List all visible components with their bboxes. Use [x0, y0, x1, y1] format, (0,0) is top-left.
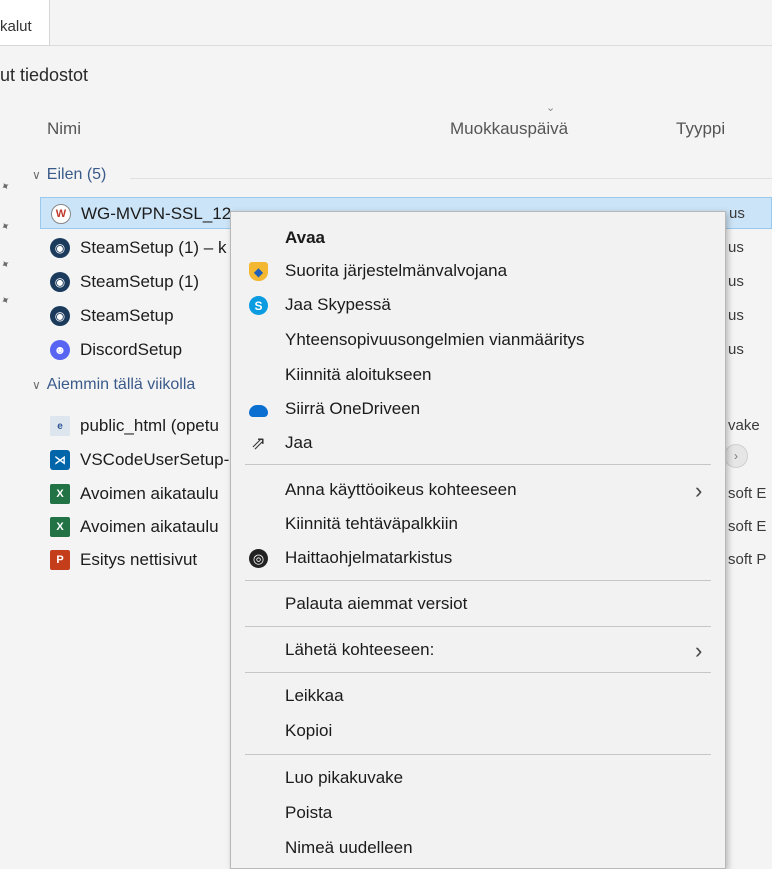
file-type: soft E: [728, 485, 767, 502]
chevron-down-icon: ∨: [32, 378, 41, 392]
file-type: us: [728, 239, 744, 256]
file-name: VSCodeUserSetup-: [80, 450, 230, 469]
ribbon-tab-tools[interactable]: kalut: [0, 0, 50, 46]
menu-item-label: Luo pikakuvake: [285, 768, 404, 787]
pin-icon: ✦: [0, 219, 13, 235]
group-header-yesterday[interactable]: ∨ Eilen (5): [32, 166, 106, 184]
discord-icon: ☻: [50, 340, 70, 360]
menu-item-open[interactable]: Avaa: [231, 222, 725, 254]
context-menu: Avaa ◆ Suorita järjestelmänvalvojana S J…: [230, 211, 726, 869]
group-divider: [130, 178, 772, 179]
file-name: public_html (opetu: [80, 416, 219, 435]
file-name: SteamSetup (1): [80, 272, 200, 291]
file-type: vake: [728, 417, 760, 434]
menu-item-copy[interactable]: Kopioi: [231, 715, 725, 747]
steam-icon: ◉: [50, 306, 70, 326]
sort-indicator-icon: ⌄: [546, 102, 556, 114]
pin-icon: ✦: [0, 293, 13, 309]
submenu-arrow-icon: ›: [695, 638, 703, 663]
file-name: SteamSetup (1) – k: [80, 238, 227, 257]
menu-separator: [245, 580, 711, 581]
menu-item-label: Jaa: [285, 433, 313, 452]
column-header-date[interactable]: Muokkauspäivä: [450, 119, 568, 139]
file-name: Esitys nettisivut: [80, 550, 198, 569]
menu-item-label: Siirrä OneDriveen: [285, 399, 421, 418]
column-header-name[interactable]: Nimi: [47, 119, 81, 139]
file-type: us: [728, 307, 744, 324]
file-type: soft E: [728, 518, 767, 535]
menu-item-label: Leikkaa: [285, 686, 344, 705]
menu-separator: [245, 464, 711, 465]
menu-item-label: Lähetä kohteeseen:: [285, 640, 435, 659]
chevron-down-icon: ∨: [32, 168, 41, 182]
powerpoint-icon: P: [50, 550, 70, 570]
menu-item-label: Poista: [285, 803, 333, 822]
section-title: ut tiedostot: [0, 65, 89, 85]
file-name: SteamSetup: [80, 306, 174, 325]
onedrive-icon: [249, 405, 268, 417]
wg-icon: W: [51, 204, 71, 224]
menu-item-create-shortcut[interactable]: Luo pikakuvake: [231, 762, 725, 794]
menu-item-cut[interactable]: Leikkaa: [231, 680, 725, 712]
menu-item-delete[interactable]: Poista: [231, 797, 725, 829]
menu-separator: [245, 672, 711, 673]
file-name: DiscordSetup: [80, 340, 183, 359]
group-header-earlier-this-week[interactable]: ∨ Aiemmin tällä viikolla: [32, 376, 195, 394]
menu-separator: [245, 626, 711, 627]
menu-item-give-access[interactable]: Anna käyttöoikeus kohteeseen ›: [231, 474, 725, 506]
steam-icon: ◉: [50, 272, 70, 292]
menu-item-label: Avaa: [285, 228, 326, 247]
file-name: Avoimen aikataulu: [80, 517, 219, 536]
menu-item-label: Yhteensopivuusongelmien vianmääritys: [285, 330, 585, 349]
group-label: Aiemmin tällä viikolla: [46, 376, 196, 393]
menu-item-send-to[interactable]: Lähetä kohteeseen: ›: [231, 634, 725, 666]
menu-item-rename[interactable]: Nimeä uudelleen: [231, 832, 725, 864]
menu-item-scan-malware[interactable]: ◎ Haittaohjelmatarkistus: [231, 542, 725, 574]
defender-icon: ◎: [249, 549, 268, 568]
menu-item-move-to-onedrive[interactable]: Siirrä OneDriveen: [231, 393, 725, 425]
html-file-icon: e: [50, 416, 70, 436]
submenu-arrow-icon: ›: [695, 478, 703, 503]
group-label: Eilen (5): [46, 166, 107, 183]
menu-separator: [245, 754, 711, 755]
menu-item-label: Anna käyttöoikeus kohteeseen: [285, 480, 517, 499]
menu-item-label: Kiinnitä tehtäväpalkkiin: [285, 514, 458, 533]
excel-icon: X: [50, 484, 70, 504]
menu-item-label: Jaa Skypessä: [285, 295, 391, 314]
menu-item-pin-to-taskbar[interactable]: Kiinnitä tehtäväpalkkiin: [231, 508, 725, 540]
scroll-right-button[interactable]: ›: [724, 444, 748, 468]
menu-item-label: Suorita järjestelmänvalvojana: [285, 261, 508, 280]
menu-item-label: Palauta aiemmat versiot: [285, 594, 468, 613]
file-type: soft P: [728, 551, 767, 568]
file-type: us: [729, 205, 745, 222]
navigation-pane: ✦ ✦ ✦ ✦: [0, 150, 18, 310]
skype-icon: S: [249, 296, 268, 315]
uac-shield-icon: ◆: [249, 262, 268, 281]
menu-item-label: Nimeä uudelleen: [285, 838, 413, 857]
vscode-icon: ⋊: [50, 450, 70, 470]
menu-item-troubleshoot-compatibility[interactable]: Yhteensopivuusongelmien vianmääritys: [231, 324, 725, 356]
pin-icon: ✦: [0, 257, 13, 273]
pin-icon: ✦: [0, 179, 13, 195]
file-name: Avoimen aikataulu: [80, 484, 219, 503]
file-type: us: [728, 341, 744, 358]
menu-item-pin-to-start[interactable]: Kiinnitä aloitukseen: [231, 359, 725, 391]
column-header-type[interactable]: Tyyppi: [676, 119, 725, 139]
menu-item-label: Haittaohjelmatarkistus: [285, 548, 453, 567]
menu-item-run-as-admin[interactable]: ◆ Suorita järjestelmänvalvojana: [231, 255, 725, 287]
file-name: WG-MVPN-SSL_12: [81, 204, 232, 223]
ribbon-divider: [50, 45, 772, 46]
menu-item-share-skype[interactable]: S Jaa Skypessä: [231, 289, 725, 321]
excel-icon: X: [50, 517, 70, 537]
ribbon-tab-label: kalut: [0, 18, 32, 35]
menu-item-label: Kiinnitä aloitukseen: [285, 365, 432, 384]
file-type: us: [728, 273, 744, 290]
menu-item-restore-previous-versions[interactable]: Palauta aiemmat versiot: [231, 588, 725, 620]
menu-item-label: Kopioi: [285, 721, 333, 740]
steam-icon: ◉: [50, 238, 70, 258]
share-icon: ⇗: [250, 433, 267, 453]
menu-item-share[interactable]: ⇗ Jaa: [231, 427, 725, 459]
